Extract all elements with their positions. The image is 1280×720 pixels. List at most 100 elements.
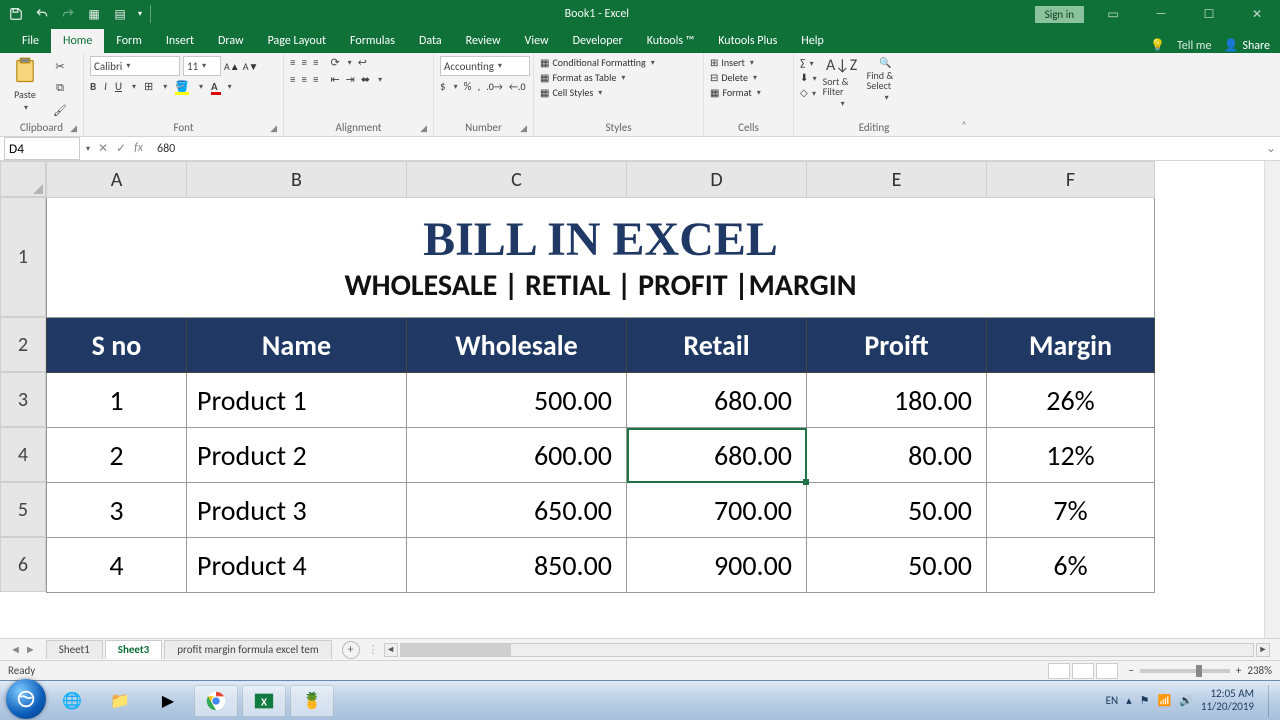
- fill-button[interactable]: ⬇ ▾: [800, 71, 817, 84]
- sheet-tab[interactable]: Sheet1: [46, 640, 103, 659]
- column-header[interactable]: D: [627, 162, 807, 198]
- dialog-launcher-icon[interactable]: ◢: [270, 123, 277, 134]
- tray-chevron-icon[interactable]: ▴: [1126, 694, 1132, 707]
- cell[interactable]: Product 4: [187, 538, 407, 593]
- row-header[interactable]: 6: [0, 537, 46, 592]
- autosum-button[interactable]: ∑ ▾: [800, 56, 817, 69]
- cell[interactable]: 850.00: [407, 538, 627, 593]
- cell[interactable]: 600.00: [407, 428, 627, 483]
- table-header-cell[interactable]: Margin: [987, 318, 1155, 373]
- vertical-scrollbar[interactable]: [1264, 161, 1280, 638]
- copy-icon[interactable]: ⧉: [50, 78, 70, 98]
- tab-kutools[interactable]: Kutools ™: [635, 29, 707, 53]
- taskbar-chrome-icon[interactable]: [194, 685, 238, 717]
- tray-clock[interactable]: 12:05 AM 11/20/2019: [1201, 688, 1260, 712]
- cell[interactable]: 26%: [987, 373, 1155, 428]
- row-header[interactable]: 3: [0, 372, 46, 427]
- scroll-left-icon[interactable]: ◄: [384, 643, 398, 657]
- tab-file[interactable]: File: [10, 29, 51, 53]
- format-as-table-button[interactable]: ▦ Format as Table▾: [540, 71, 625, 84]
- select-all-corner[interactable]: [0, 161, 46, 197]
- bold-button[interactable]: B: [90, 80, 96, 93]
- fx-icon[interactable]: fx: [134, 141, 143, 156]
- close-button[interactable]: ✕: [1238, 0, 1276, 28]
- dialog-launcher-icon[interactable]: ◢: [420, 123, 427, 134]
- column-header[interactable]: F: [987, 162, 1155, 198]
- currency-button[interactable]: $: [440, 80, 446, 93]
- cell[interactable]: Product 2: [187, 428, 407, 483]
- cell[interactable]: 680.00: [627, 428, 807, 483]
- new-sheet-button[interactable]: +: [342, 641, 360, 659]
- tray-lang[interactable]: EN: [1106, 694, 1118, 707]
- tray-volume-icon[interactable]: 🔊: [1179, 694, 1193, 707]
- tab-page-layout[interactable]: Page Layout: [256, 29, 338, 53]
- increase-font-icon[interactable]: A▲: [224, 60, 240, 73]
- cell[interactable]: Product 3: [187, 483, 407, 538]
- font-size-select[interactable]: 11▾: [183, 56, 221, 76]
- cell[interactable]: 6%: [987, 538, 1155, 593]
- wrap-text-icon[interactable]: ↩: [358, 56, 367, 69]
- insert-cells-button[interactable]: ⊞ Insert▾: [710, 56, 754, 69]
- decrease-decimal-icon[interactable]: ←.0: [509, 80, 526, 93]
- sheet-tab[interactable]: profit margin formula excel tem: [164, 640, 331, 659]
- cell[interactable]: 2: [47, 428, 187, 483]
- maximize-button[interactable]: ☐: [1190, 0, 1228, 28]
- cell[interactable]: 50.00: [807, 538, 987, 593]
- increase-indent-icon[interactable]: ⇥: [346, 73, 355, 86]
- qat-item[interactable]: ▦: [84, 4, 104, 24]
- tab-data[interactable]: Data: [407, 29, 454, 53]
- tab-kutools-plus[interactable]: Kutools Plus: [706, 29, 789, 53]
- clear-button[interactable]: ◇ ▾: [800, 86, 817, 99]
- tab-home[interactable]: Home: [51, 29, 104, 53]
- cell[interactable]: 1: [47, 373, 187, 428]
- tell-me[interactable]: Tell me: [1177, 39, 1212, 53]
- column-header[interactable]: E: [807, 162, 987, 198]
- table-header-cell[interactable]: Wholesale: [407, 318, 627, 373]
- sign-in-button[interactable]: Sign in: [1035, 6, 1084, 23]
- delete-cells-button[interactable]: ⊟ Delete▾: [710, 71, 757, 84]
- start-button[interactable]: [6, 679, 46, 719]
- sheet-nav-next-icon[interactable]: ►: [25, 643, 36, 656]
- sort-filter-button[interactable]: A↓Z Sort & Filter▾: [823, 56, 861, 109]
- cell[interactable]: 680.00: [627, 373, 807, 428]
- cancel-icon[interactable]: ✕: [98, 141, 108, 156]
- merge-center-icon[interactable]: ⬌: [361, 73, 370, 86]
- tab-view[interactable]: View: [513, 29, 561, 53]
- format-cells-button[interactable]: ▦ Format▾: [710, 86, 761, 99]
- tab-insert[interactable]: Insert: [154, 29, 206, 53]
- tab-formulas[interactable]: Formulas: [338, 29, 407, 53]
- cut-icon[interactable]: ✂: [50, 56, 70, 76]
- cell[interactable]: 7%: [987, 483, 1155, 538]
- conditional-formatting-button[interactable]: ▦ Conditional Formatting▾: [540, 56, 655, 69]
- cell[interactable]: 3: [47, 483, 187, 538]
- percent-button[interactable]: %: [464, 80, 472, 93]
- qat-customize-icon[interactable]: ▾: [138, 9, 142, 19]
- qat-item[interactable]: ▤: [110, 4, 130, 24]
- row-header[interactable]: 4: [0, 427, 46, 482]
- cell[interactable]: 180.00: [807, 373, 987, 428]
- worksheet-grid[interactable]: 123456 ABCDEF BILL IN EXCEL WHOLESALE | …: [0, 161, 1280, 638]
- taskbar-explorer-icon[interactable]: 📁: [98, 685, 142, 717]
- dialog-launcher-icon[interactable]: ◢: [70, 123, 77, 134]
- cell[interactable]: 700.00: [627, 483, 807, 538]
- zoom-slider[interactable]: [1140, 669, 1230, 673]
- undo-icon[interactable]: [32, 4, 52, 24]
- find-select-button[interactable]: 🔍 Find & Select▾: [867, 56, 905, 103]
- table-header-cell[interactable]: S no: [47, 318, 187, 373]
- align-middle-icon[interactable]: ≡: [301, 56, 306, 69]
- zoom-in-button[interactable]: +: [1236, 664, 1241, 677]
- table-header-cell[interactable]: Retail: [627, 318, 807, 373]
- cell[interactable]: 50.00: [807, 483, 987, 538]
- align-left-icon[interactable]: ≡: [290, 73, 295, 86]
- sheet-tab[interactable]: Sheet3: [105, 640, 163, 659]
- increase-decimal-icon[interactable]: .0→: [486, 80, 503, 93]
- align-top-icon[interactable]: ≡: [290, 56, 295, 69]
- decrease-font-icon[interactable]: A▼: [243, 60, 259, 73]
- zoom-level[interactable]: 238%: [1247, 664, 1272, 677]
- tab-form[interactable]: Form: [104, 29, 153, 53]
- italic-button[interactable]: I: [104, 80, 107, 93]
- tab-draw[interactable]: Draw: [206, 29, 256, 53]
- cell-styles-button[interactable]: ▦ Cell Styles▾: [540, 86, 602, 99]
- border-button[interactable]: ⊞: [144, 80, 153, 93]
- show-desktop-button[interactable]: [1268, 685, 1276, 717]
